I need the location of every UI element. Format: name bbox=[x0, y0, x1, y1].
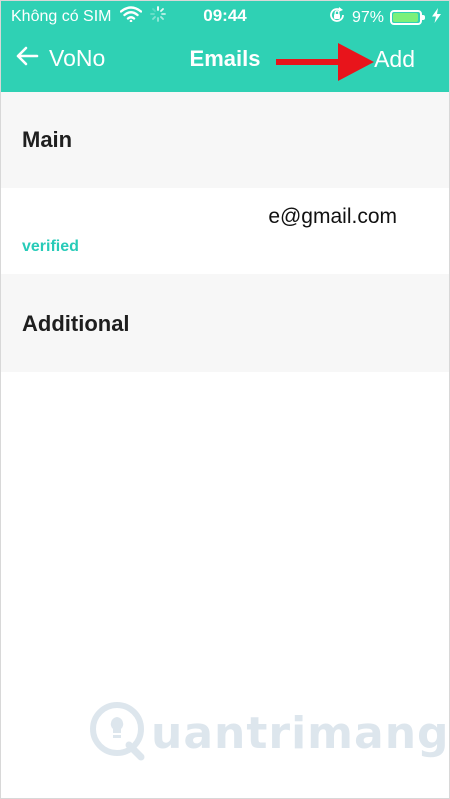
header: Không có SIM 09:44 97% VoNo Emails Add bbox=[1, 1, 449, 92]
annotation-arrow-head bbox=[338, 43, 374, 81]
quantrimang-logo-icon bbox=[89, 701, 145, 766]
section-additional-label: Additional bbox=[22, 311, 130, 336]
watermark: uantrimang bbox=[89, 701, 450, 766]
status-right: 97% bbox=[328, 6, 441, 29]
status-bar: Không có SIM 09:44 97% bbox=[1, 1, 449, 31]
battery-percent: 97% bbox=[351, 8, 384, 26]
annotation-arrow-icon bbox=[276, 43, 374, 81]
email-status-badge: verified bbox=[22, 238, 79, 255]
email-address: e@gmail.com bbox=[268, 205, 397, 228]
watermark-text: uantrimang bbox=[151, 708, 450, 759]
section-additional: Additional bbox=[1, 274, 449, 372]
orientation-lock-icon bbox=[328, 6, 346, 29]
app-screen: Không có SIM 09:44 97% VoNo Emails Add M… bbox=[0, 0, 450, 799]
add-button[interactable]: Add bbox=[374, 46, 415, 73]
nav-bar: VoNo Emails Add bbox=[1, 31, 449, 92]
section-main: Main bbox=[1, 92, 449, 188]
charging-bolt-icon bbox=[432, 7, 441, 28]
email-row[interactable]: e@gmail.com verified bbox=[1, 188, 449, 274]
section-main-label: Main bbox=[22, 127, 73, 152]
battery-level-fill bbox=[393, 13, 418, 22]
battery-icon bbox=[390, 10, 425, 25]
annotation-arrow-shaft bbox=[276, 59, 342, 65]
